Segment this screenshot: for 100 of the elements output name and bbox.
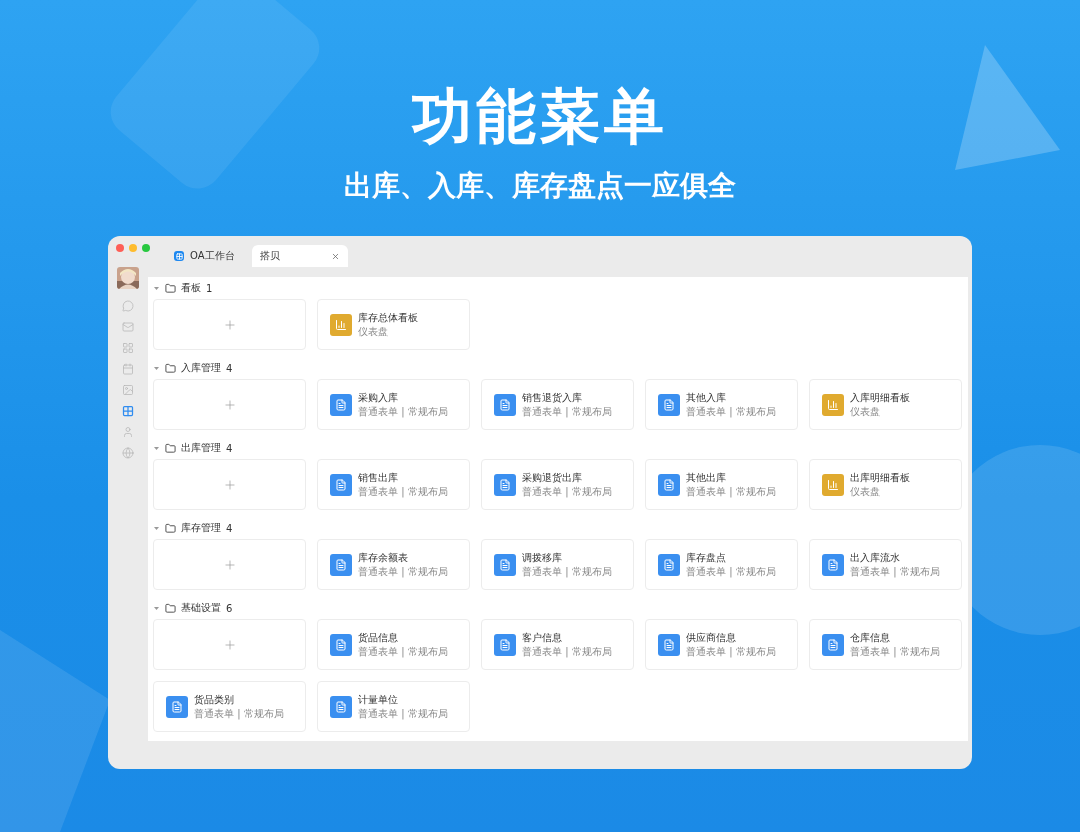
mail-icon[interactable] — [122, 321, 134, 333]
section-title: 看板 — [181, 281, 201, 295]
menu-card[interactable]: 其他入库 普通表单 | 常规布局 — [645, 379, 798, 430]
user-icon[interactable] — [122, 426, 134, 438]
section-count: 4 — [226, 522, 233, 534]
card-subtitle: 普通表单 | 常规布局 — [358, 645, 448, 658]
document-icon — [330, 695, 352, 718]
folder-icon — [165, 282, 176, 294]
document-icon — [494, 553, 516, 576]
menu-card[interactable]: 调拨移库 普通表单 | 常规布局 — [481, 539, 634, 590]
add-card[interactable] — [153, 299, 306, 350]
card-subtitle: 普通表单 | 常规布局 — [686, 485, 776, 498]
section-title: 出库管理 — [181, 441, 221, 455]
card-title: 销售出库 — [358, 471, 399, 484]
card-subtitle: 普通表单 | 常规布局 — [522, 565, 612, 578]
caret-icon[interactable] — [153, 604, 160, 612]
section-title: 入库管理 — [181, 361, 221, 375]
card-subtitle: 普通表单 | 常规布局 — [850, 645, 940, 658]
card-title: 其他入库 — [686, 391, 727, 404]
chart-icon — [822, 393, 844, 416]
menu-card[interactable]: 计量单位 普通表单 | 常规布局 — [317, 681, 470, 732]
window-minimize-button[interactable] — [129, 244, 137, 252]
card-title: 仓库信息 — [850, 631, 891, 644]
tab[interactable]: OA工作台 — [166, 245, 248, 267]
menu-card[interactable]: 销售退货入库 普通表单 | 常规布局 — [481, 379, 634, 430]
folder-icon — [165, 522, 176, 534]
section-count: 6 — [226, 602, 233, 614]
menu-card[interactable]: 库存总体看板 仪表盘 — [317, 299, 470, 350]
window-close-button[interactable] — [116, 244, 124, 252]
menu-card[interactable]: 其他出库 普通表单 | 常规布局 — [645, 459, 798, 510]
document-icon — [658, 473, 680, 496]
image-icon[interactable] — [122, 384, 134, 396]
card-subtitle: 普通表单 | 常规布局 — [850, 565, 940, 578]
add-card[interactable] — [153, 379, 306, 430]
caret-icon[interactable] — [153, 524, 160, 532]
card-title: 货品类别 — [194, 693, 235, 706]
menu-card[interactable]: 出库明细看板 仪表盘 — [809, 459, 962, 510]
card-title: 供应商信息 — [686, 631, 737, 644]
document-icon — [330, 553, 352, 576]
document-icon — [658, 393, 680, 416]
menu-card[interactable]: 采购入库 普通表单 | 常规布局 — [317, 379, 470, 430]
document-icon — [166, 695, 188, 718]
document-icon — [330, 633, 352, 656]
card-subtitle: 仪表盘 — [358, 325, 389, 338]
menu-card[interactable]: 库存余额表 普通表单 | 常规布局 — [317, 539, 470, 590]
card-title: 客户信息 — [522, 631, 563, 644]
card-subtitle: 普通表单 | 常规布局 — [522, 645, 612, 658]
menu-card[interactable]: 货品类别 普通表单 | 常规布局 — [153, 681, 306, 732]
close-icon[interactable] — [331, 251, 340, 261]
document-icon — [494, 393, 516, 416]
plus-icon — [222, 317, 237, 332]
card-title: 出入库流水 — [850, 551, 901, 564]
add-card[interactable] — [153, 539, 306, 590]
menu-card[interactable]: 仓库信息 普通表单 | 常规布局 — [809, 619, 962, 670]
card-subtitle: 普通表单 | 常规布局 — [194, 707, 284, 720]
card-title: 其他出库 — [686, 471, 727, 484]
globe-icon[interactable] — [122, 447, 134, 459]
document-icon — [822, 633, 844, 656]
menu-card[interactable]: 库存盘点 普通表单 | 常规布局 — [645, 539, 798, 590]
section-count: 4 — [226, 362, 233, 374]
menu-card[interactable]: 客户信息 普通表单 | 常规布局 — [481, 619, 634, 670]
card-subtitle: 普通表单 | 常规布局 — [686, 565, 776, 578]
card-subtitle: 普通表单 | 常规布局 — [686, 405, 776, 418]
section-title: 基础设置 — [181, 601, 221, 615]
section-count: 4 — [226, 442, 233, 454]
document-icon — [822, 553, 844, 576]
calendar-icon[interactable] — [122, 363, 134, 375]
layout-icon[interactable] — [122, 342, 134, 354]
folder-icon — [165, 362, 176, 374]
card-title: 调拨移库 — [522, 551, 563, 564]
menu-card[interactable]: 供应商信息 普通表单 | 常规布局 — [645, 619, 798, 670]
document-icon — [330, 393, 352, 416]
menu-card[interactable]: 货品信息 普通表单 | 常规布局 — [317, 619, 470, 670]
menu-card[interactable]: 采购退货出库 普通表单 | 常规布局 — [481, 459, 634, 510]
card-subtitle: 普通表单 | 常规布局 — [358, 405, 448, 418]
caret-icon[interactable] — [153, 444, 160, 452]
document-icon — [658, 553, 680, 576]
card-subtitle: 普通表单 | 常规布局 — [358, 707, 448, 720]
menu-card[interactable]: 入库明细看板 仪表盘 — [809, 379, 962, 430]
card-title: 采购退货出库 — [522, 471, 583, 484]
add-card[interactable] — [153, 619, 306, 670]
folder-icon — [165, 602, 176, 614]
chat-icon[interactable] — [122, 300, 134, 312]
menu-card[interactable]: 出入库流水 普通表单 | 常规布局 — [809, 539, 962, 590]
document-icon — [494, 633, 516, 656]
card-title: 库存总体看板 — [358, 311, 418, 324]
window-zoom-button[interactable] — [142, 244, 150, 252]
apps-icon[interactable] — [122, 405, 134, 417]
caret-icon[interactable] — [153, 364, 160, 372]
card-title: 计量单位 — [358, 693, 399, 706]
chart-icon — [822, 473, 844, 496]
caret-icon[interactable] — [153, 284, 160, 292]
card-subtitle: 普通表单 | 常规布局 — [358, 565, 448, 578]
card-title: 库存余额表 — [358, 551, 409, 564]
card-subtitle: 普通表单 | 常规布局 — [522, 485, 612, 498]
card-title: 货品信息 — [358, 631, 399, 644]
menu-card[interactable]: 销售出库 普通表单 | 常规布局 — [317, 459, 470, 510]
card-subtitle: 普通表单 | 常规布局 — [686, 645, 776, 658]
tab[interactable]: 搭贝 — [252, 245, 348, 267]
add-card[interactable] — [153, 459, 306, 510]
